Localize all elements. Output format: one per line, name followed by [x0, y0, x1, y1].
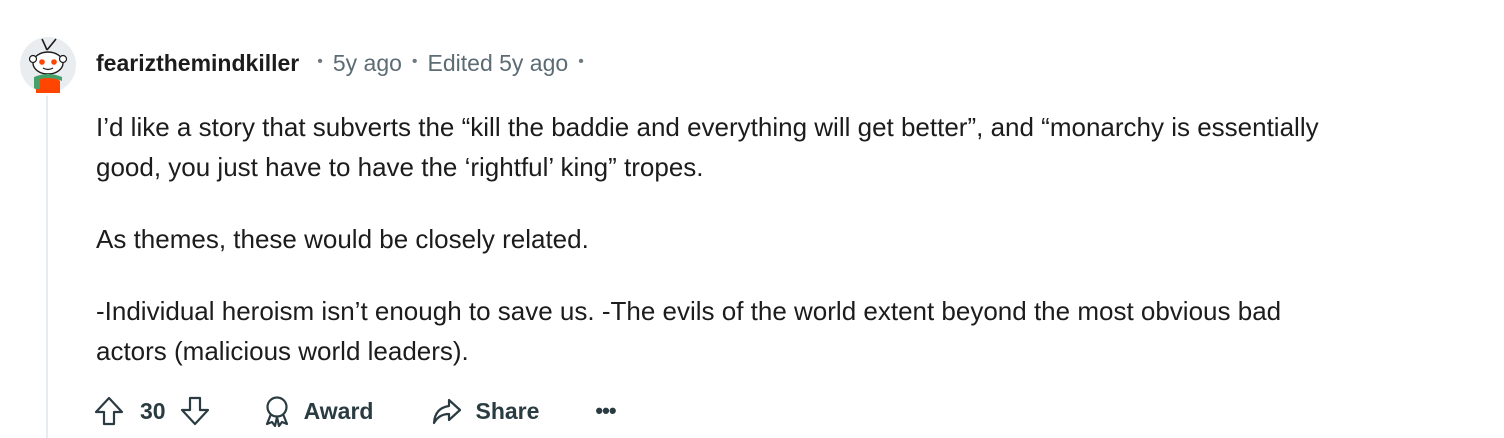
- share-arrow-icon: [433, 398, 462, 425]
- comment-paragraph: As themes, these would be closely relate…: [96, 219, 1496, 259]
- downvote-button[interactable]: [178, 394, 212, 428]
- avatar[interactable]: [20, 37, 76, 93]
- separator-dot: •: [578, 53, 584, 70]
- share-button[interactable]: Share: [431, 396, 539, 426]
- award-ribbon-icon: [265, 396, 288, 427]
- comment-line: As themes, these would be closely relate…: [96, 224, 589, 254]
- thread-line[interactable]: [46, 96, 48, 438]
- comment-body: I’d like a story that subverts the “kill…: [96, 107, 1496, 403]
- award-button[interactable]: Award: [262, 395, 374, 427]
- comment-line: I’d like a story that subverts the “kill…: [96, 112, 1319, 142]
- separator-dot: •: [317, 53, 323, 70]
- more-options-icon: •••: [595, 398, 616, 423]
- author-name[interactable]: fearizthemindkiller: [96, 50, 299, 77]
- share-label: Share: [475, 397, 540, 424]
- comment-paragraph: -Individual heroism isn’t enough to save…: [96, 291, 1496, 371]
- comment-paragraph: I’d like a story that subverts the “kill…: [96, 107, 1496, 187]
- snoo-avatar-icon: [20, 37, 76, 93]
- comment-line: good, you just have to have the ‘rightfu…: [96, 152, 704, 182]
- comment-line: actors (malicious world leaders).: [96, 336, 469, 366]
- separator-dot: •: [411, 53, 418, 70]
- upvote-button[interactable]: [92, 394, 126, 428]
- upvote-arrow-icon: [94, 396, 124, 426]
- downvote-arrow-icon: [180, 396, 209, 426]
- vote-score: 30: [140, 397, 166, 424]
- comment-line: -Individual heroism isn’t enough to save…: [96, 296, 1282, 326]
- comment-actions: 30 Award Share •••: [92, 390, 617, 432]
- comment-meta: fearizthemindkiller • 5y ago • Edited 5y…: [96, 48, 594, 78]
- vote-group: 30: [92, 394, 212, 428]
- post-time[interactable]: 5y ago: [333, 50, 402, 77]
- award-label: Award: [303, 397, 374, 424]
- edited-time: Edited 5y ago: [427, 49, 569, 76]
- more-options-button[interactable]: •••: [595, 398, 616, 423]
